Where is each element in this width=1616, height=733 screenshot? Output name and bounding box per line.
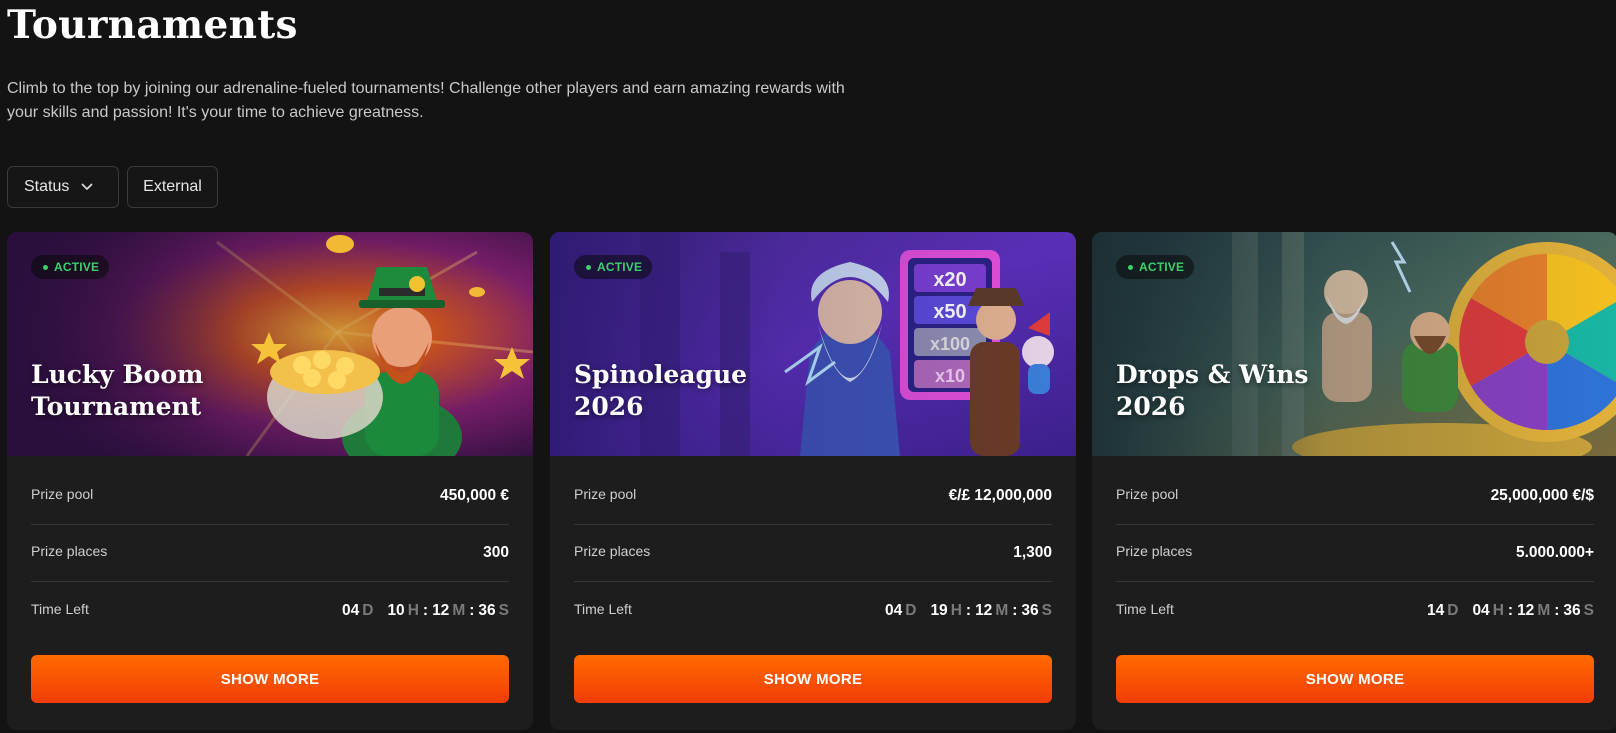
tournament-title-line: Tournament bbox=[31, 392, 202, 421]
tournament-banner[interactable]: ACTIVE Drops & Wins 2026 bbox=[1092, 232, 1616, 456]
prize-pool-label: Prize pool bbox=[1116, 486, 1179, 502]
timer-hours: 04 bbox=[1472, 601, 1490, 619]
prize-places-label: Prize places bbox=[31, 543, 108, 559]
timer-hours-unit: H bbox=[407, 601, 419, 619]
timer-days-unit: D bbox=[1447, 601, 1459, 619]
active-dot-icon bbox=[586, 264, 591, 270]
prize-pool-value: 450,000 € bbox=[440, 487, 509, 504]
countdown-timer: 04 D 10 H : 12 M : 36 S bbox=[342, 602, 509, 620]
tournament-banner[interactable]: ACTIVE Lucky Boom Tournament bbox=[7, 232, 533, 456]
prize-places-row: Prize places 5.000.000+ bbox=[1116, 525, 1594, 582]
timer-separator: : bbox=[1554, 601, 1560, 619]
time-left-label: Time Left bbox=[1116, 600, 1174, 617]
prize-pool-label: Prize pool bbox=[31, 486, 94, 502]
tournament-title-line: 2026 bbox=[574, 392, 644, 421]
status-badge: ACTIVE bbox=[31, 255, 110, 279]
tournament-title-line: Spinoleague bbox=[574, 360, 748, 389]
timer-seconds-unit: S bbox=[498, 601, 509, 619]
tournament-title: Lucky Boom Tournament bbox=[31, 359, 291, 423]
time-left-row: Time Left 04 D 19 H : 12 M : 36 S bbox=[574, 582, 1052, 639]
timer-separator: : bbox=[1012, 601, 1018, 619]
page-intro: Climb to the top by joining our adrenali… bbox=[7, 80, 845, 121]
timer-seconds-unit: S bbox=[1583, 601, 1594, 619]
status-badge-label: ACTIVE bbox=[597, 260, 643, 274]
timer-seconds: 36 bbox=[1021, 601, 1039, 619]
status-filter-button[interactable]: Status bbox=[7, 166, 119, 208]
timer-days-unit: D bbox=[905, 601, 917, 619]
tournament-title-line: Drops & Wins bbox=[1116, 360, 1309, 389]
timer-separator: : bbox=[469, 601, 475, 619]
external-filter-button[interactable]: External bbox=[127, 166, 218, 208]
active-dot-icon bbox=[1128, 264, 1133, 270]
prize-places-row: Prize places 1,300 bbox=[574, 525, 1052, 582]
tournament-card: ACTIVE Drops & Wins 2026 Prize pool 25,0… bbox=[1092, 232, 1616, 730]
countdown-timer: 14 D 04 H : 12 M : 36 S bbox=[1427, 602, 1594, 620]
prize-places-value: 5.000.000+ bbox=[1515, 544, 1594, 561]
timer-days: 14 bbox=[1426, 601, 1445, 619]
show-more-button[interactable]: SHOW MORE bbox=[31, 655, 509, 703]
timer-minutes: 12 bbox=[1517, 601, 1535, 619]
show-more-button[interactable]: SHOW MORE bbox=[574, 655, 1052, 703]
prize-places-row: Prize places 300 bbox=[31, 525, 509, 582]
prize-pool-label: Prize pool bbox=[574, 486, 637, 502]
timer-minutes-unit: M bbox=[1537, 601, 1551, 619]
time-left-row: Time Left 14 D 04 H : 12 M : 36 S bbox=[1116, 582, 1594, 639]
timer-seconds: 36 bbox=[1563, 601, 1581, 619]
timer-hours: 10 bbox=[387, 601, 405, 619]
timer-minutes: 12 bbox=[432, 601, 450, 619]
tournament-title: Spinoleague 2026 bbox=[574, 359, 834, 423]
prize-pool-row: Prize pool €/£ 12,000,000 bbox=[574, 468, 1052, 525]
timer-hours-unit: H bbox=[1492, 601, 1504, 619]
chevron-down-icon bbox=[81, 183, 93, 190]
tournament-title-line: Lucky Boom bbox=[31, 360, 204, 389]
timer-hours-unit: H bbox=[950, 601, 962, 619]
prize-pool-row: Prize pool 450,000 € bbox=[31, 468, 509, 525]
tournament-card: ACTIVE Lucky Boom Tournament Prize pool … bbox=[7, 232, 533, 730]
timer-separator: : bbox=[965, 601, 972, 619]
timer-hours: 19 bbox=[930, 601, 948, 619]
status-badge: ACTIVE bbox=[574, 255, 653, 279]
timer-separator: : bbox=[422, 601, 429, 619]
time-left-label: Time Left bbox=[574, 600, 632, 617]
active-dot-icon bbox=[43, 264, 48, 270]
timer-minutes-unit: M bbox=[995, 601, 1009, 619]
prize-places-label: Prize places bbox=[1116, 543, 1193, 559]
time-left-row: Time Left 04 D 10 H : 12 M : 36 S bbox=[31, 582, 509, 639]
tournament-title: Drops & Wins 2026 bbox=[1116, 359, 1376, 423]
prize-places-value: 300 bbox=[483, 544, 509, 561]
tournament-banner[interactable]: x20 x50 x100 x10 ACTIVE Spinoleague bbox=[550, 232, 1076, 456]
timer-minutes-unit: M bbox=[452, 601, 466, 619]
status-badge-label: ACTIVE bbox=[54, 260, 100, 274]
prize-pool-value: €/£ 12,000,000 bbox=[948, 487, 1052, 504]
prize-places-value: 1,300 bbox=[1013, 544, 1052, 561]
timer-minutes: 12 bbox=[975, 601, 993, 619]
timer-days: 04 bbox=[341, 601, 360, 619]
timer-seconds-unit: S bbox=[1041, 601, 1052, 619]
prize-pool-value: 25,000,000 €/$ bbox=[1490, 487, 1594, 504]
prize-pool-row: Prize pool 25,000,000 €/$ bbox=[1116, 468, 1594, 525]
status-badge-label: ACTIVE bbox=[1139, 260, 1185, 274]
external-filter-label: External bbox=[143, 178, 202, 195]
tournament-title-line: 2026 bbox=[1116, 392, 1186, 421]
countdown-timer: 04 D 19 H : 12 M : 36 S bbox=[885, 602, 1052, 620]
timer-seconds: 36 bbox=[478, 601, 496, 619]
status-filter-label: Status bbox=[24, 178, 70, 195]
timer-days-unit: D bbox=[362, 601, 374, 619]
prize-places-label: Prize places bbox=[574, 543, 651, 559]
timer-separator: : bbox=[1507, 601, 1514, 619]
status-badge: ACTIVE bbox=[1116, 255, 1195, 279]
page-title: Tournaments bbox=[7, 2, 298, 48]
time-left-label: Time Left bbox=[31, 600, 89, 617]
show-more-button[interactable]: SHOW MORE bbox=[1116, 655, 1594, 703]
timer-days: 04 bbox=[884, 601, 903, 619]
tournament-card: x20 x50 x100 x10 ACTIVE Spinoleague bbox=[550, 232, 1076, 730]
